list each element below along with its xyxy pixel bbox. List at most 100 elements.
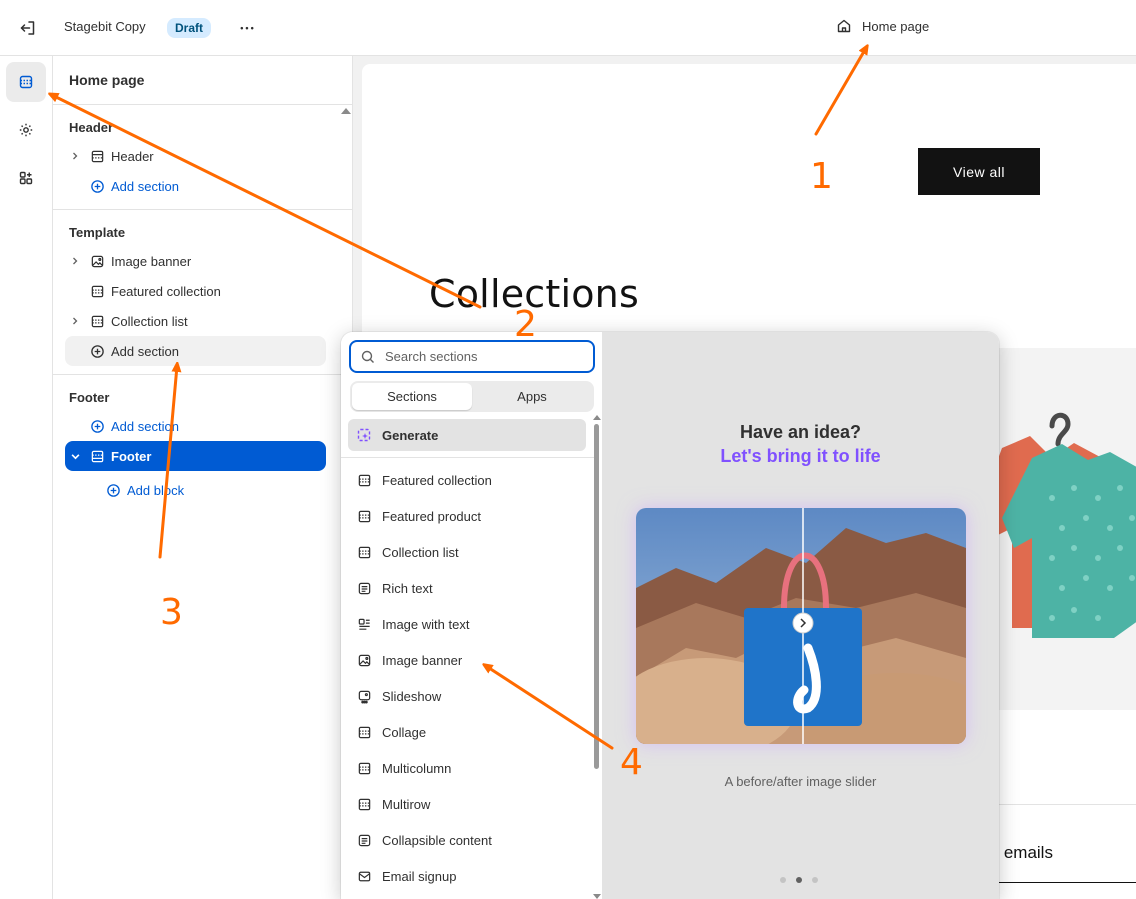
home-icon [837,19,851,33]
tree-item-label: Collection list [111,313,188,329]
section-option-featured-product[interactable]: Featured product [348,498,586,534]
text-icon [356,581,372,596]
chevron-down-icon[interactable] [65,452,85,461]
exit-button[interactable] [14,14,42,42]
section-option-label: Featured product [382,508,482,524]
scroll-down-arrow[interactable] [593,894,601,899]
section-preview-panel: Have an idea? Let's bring it to life A b… [602,332,999,899]
tree-item-collection-list[interactable]: Collection list [65,306,326,336]
annotation-label-2: 2 [514,304,537,345]
more-actions-button[interactable]: ••• [236,16,260,40]
add-section-popover: Sections Apps Generate Featured collecti… [341,332,999,899]
divider [53,209,352,210]
generate-label: Generate [382,427,439,443]
add-section-template-button[interactable]: Add section [65,336,326,366]
generate-button[interactable]: Generate [348,419,586,451]
section-option-multicolumn[interactable]: Multicolumn [348,750,586,786]
rail-settings-button[interactable] [6,110,46,150]
section-option-label: Image banner [382,652,463,668]
tree-item-label: Footer [111,448,152,464]
plus-circle-icon [85,179,109,194]
add-section-label: Add section [111,178,179,194]
carousel-dots [780,877,818,883]
section-icon [356,797,372,812]
tree-item-featured-collection[interactable]: Featured collection [65,276,326,306]
section-option-featured-collection[interactable]: Featured collection [348,462,586,498]
tab-sections[interactable]: Sections [352,383,472,410]
chevron-right-icon[interactable] [65,317,85,325]
add-block-footer-button[interactable]: Add block [81,475,342,505]
add-section-footer-button[interactable]: Add section [65,411,326,441]
chevron-right-icon[interactable] [65,257,85,265]
section-icon [356,761,372,776]
annotation-label-1: 1 [810,156,833,197]
section-icon [85,314,109,329]
status-badge: Draft [167,18,212,38]
scroll-up-arrow[interactable] [341,108,351,114]
group-title-footer: Footer [69,390,110,405]
carousel-dot[interactable] [812,877,818,883]
page-selector[interactable]: Home page [836,18,929,34]
section-option-multirow[interactable]: Multirow [348,786,586,822]
add-section-label: Add section [111,418,179,434]
page-selector-label: Home page [862,18,930,34]
tree-item-footer[interactable]: Footer [65,441,326,471]
tree-item-label: Image banner [111,253,192,269]
search-input[interactable] [385,349,575,364]
tree-item-label: Header [111,148,154,164]
more-icon: ••• [240,23,256,33]
section-option-image-banner[interactable]: Image banner [348,642,586,678]
section-picker-list: Sections Apps Generate Featured collecti… [341,332,602,899]
scroll-up-arrow[interactable] [593,415,601,420]
header-section-icon [85,149,109,164]
apps-icon [19,171,33,185]
view-all-button[interactable]: View all [918,148,1040,195]
section-option-label: Collapsible content [382,832,492,848]
picker-tabs: Sections Apps [350,381,594,412]
section-option-label: Collage [382,724,427,740]
sections-icon [19,75,33,89]
section-option-label: Multicolumn [382,760,452,776]
annotation-label-4: 4 [620,742,643,783]
tree-item-image-banner[interactable]: Image banner [65,246,326,276]
add-section-header-button[interactable]: Add section [65,171,326,201]
rail-sections-button[interactable] [6,62,46,102]
email-icon [356,869,372,884]
section-option-label: Featured collection [382,472,492,488]
store-name: Stagebit Copy [64,19,146,34]
sparkle-icon [356,427,374,443]
carousel-dot[interactable] [780,877,786,883]
section-icon [356,509,372,524]
section-option-label: Image with text [382,616,470,632]
section-option-slideshow[interactable]: Slideshow [348,678,586,714]
section-option-image-with-text[interactable]: Image with text [348,606,586,642]
section-option-rich-text[interactable]: Rich text [348,570,586,606]
group-title-template: Template [69,225,126,240]
section-option-label: Slideshow [382,688,442,704]
chevron-right-icon[interactable] [65,152,85,160]
plus-circle-icon [85,419,109,434]
section-option-collection-list[interactable]: Collection list [348,534,586,570]
tree-item-label: Featured collection [111,283,221,299]
section-option-collapsible-content[interactable]: Collapsible content [348,822,586,858]
promo-caption: A before/after image slider [724,774,877,789]
promo-title: Have an idea? [739,422,862,442]
divider [341,457,594,458]
rail-apps-button[interactable] [6,158,46,198]
footer-section-icon [85,449,109,464]
section-option-label: Rich text [382,580,433,596]
sidebar-title: Home page [69,72,145,88]
section-option-collage[interactable]: Collage [348,714,586,750]
section-option-email-signup[interactable]: Email signup [348,858,586,894]
section-icon [356,545,372,560]
scrollbar-thumb[interactable] [594,424,599,769]
carousel-dot-active[interactable] [796,877,802,883]
search-sections-field[interactable] [349,340,595,373]
icon-rail [0,56,53,899]
text-icon [356,833,372,848]
plus-circle-icon [85,344,109,359]
before-after-preview-image [636,508,966,744]
tab-apps[interactable]: Apps [472,383,592,410]
tree-item-header[interactable]: Header [65,141,326,171]
section-option-label: Multirow [382,796,431,812]
